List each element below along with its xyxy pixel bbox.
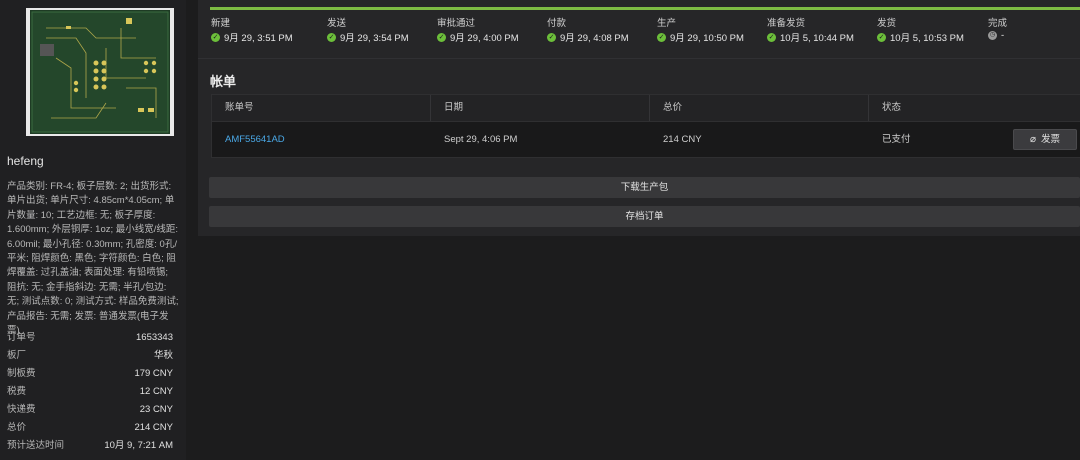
product-spec-text: 产品类别: FR-4; 板子层数: 2; 出货形式: 单片出货; 单片尺寸: 4… xyxy=(7,181,179,337)
order-sidebar: hefeng 产品类别: FR-4; 板子层数: 2; 出货形式: 单片出货; … xyxy=(0,0,186,460)
order-progress-bar xyxy=(210,7,1080,10)
step-title: 新建 xyxy=(211,18,231,29)
step-title: 审批通过 xyxy=(437,18,476,29)
column-header-bill-number: 账单号 xyxy=(212,95,431,121)
detail-label: 预计送达时间 xyxy=(7,440,65,451)
check-icon: ✓ xyxy=(547,32,556,42)
column-header-date: 日期 xyxy=(431,95,650,121)
step-time: 9月 29, 3:51 PM xyxy=(224,33,293,44)
invoice-button[interactable]: ⌀ 发票 xyxy=(1013,129,1077,150)
progress-step-production: 生产 ✓ 9月 29, 10:50 PM xyxy=(657,15,744,44)
invoice-button-label: 发票 xyxy=(1041,134,1061,145)
check-icon: ✓ xyxy=(211,32,220,42)
step-time: 9月 29, 4:08 PM xyxy=(560,33,629,44)
step-time: 10月 5, 10:53 PM xyxy=(890,33,964,44)
step-title: 付款 xyxy=(547,18,567,29)
detail-value: 12 CNY xyxy=(139,386,173,397)
billing-table-header: 账单号 日期 总价 状态 xyxy=(212,95,1080,122)
progress-step-complete: 完成 ◷ - xyxy=(988,15,1007,41)
detail-label: 快递费 xyxy=(7,404,36,415)
progress-step-paid: 付款 ✓ 9月 29, 4:08 PM xyxy=(547,15,629,44)
step-title: 完成 xyxy=(988,18,1008,29)
username: hefeng xyxy=(7,154,44,168)
detail-value: 华秋 xyxy=(153,350,173,361)
detail-label: 税费 xyxy=(7,386,27,397)
detail-row-order-number: 订单号 1653343 xyxy=(7,329,173,347)
check-icon: ✓ xyxy=(327,32,336,42)
bill-number-link[interactable]: AMF55641AD xyxy=(212,122,431,157)
step-title: 生产 xyxy=(657,18,677,29)
download-production-package-button[interactable]: 下载生产包 xyxy=(209,177,1080,198)
section-divider xyxy=(198,58,1080,59)
progress-step-new: 新建 ✓ 9月 29, 3:51 PM xyxy=(211,15,293,44)
progress-step-approved: 审批通过 ✓ 9月 29, 4:00 PM xyxy=(437,15,519,44)
progress-step-shipped: 发货 ✓ 10月 5, 10:53 PM xyxy=(877,15,964,44)
step-time: - xyxy=(1001,30,1005,41)
detail-label: 板厂 xyxy=(7,350,27,361)
step-time: 9月 29, 3:54 PM xyxy=(340,33,409,44)
check-icon: ✓ xyxy=(437,32,446,42)
order-details: 订单号 1653343 板厂 华秋 制板费 179 CNY 税费 12 CNY … xyxy=(7,329,173,455)
detail-value: 10月 9, 7:21 AM xyxy=(104,440,173,451)
step-time: 9月 29, 4:00 PM xyxy=(450,33,519,44)
clock-icon: ◷ xyxy=(988,31,997,40)
detail-row-total: 总价 214 CNY xyxy=(7,419,173,437)
detail-row-eta: 预计送达时间 10月 9, 7:21 AM xyxy=(7,437,173,455)
detail-value: 214 CNY xyxy=(134,422,173,433)
bill-total: 214 CNY xyxy=(663,134,702,145)
detail-label: 总价 xyxy=(7,422,27,433)
check-icon: ✓ xyxy=(657,32,666,42)
step-title: 准备发货 xyxy=(767,18,806,29)
column-header-status: 状态 xyxy=(882,102,902,113)
detail-row-board-fee: 制板费 179 CNY xyxy=(7,365,173,383)
column-header-total: 总价 xyxy=(650,95,869,121)
pcb-preview-image[interactable] xyxy=(26,8,174,136)
table-row: AMF55641AD Sept 29, 4:06 PM 214 CNY 已支付 … xyxy=(212,122,1080,157)
step-time: 9月 29, 10:50 PM xyxy=(670,33,744,44)
step-title: 发货 xyxy=(877,18,897,29)
progress-step-sent: 发送 ✓ 9月 29, 3:54 PM xyxy=(327,15,409,44)
check-icon: ✓ xyxy=(877,32,886,42)
detail-row-factory: 板厂 华秋 xyxy=(7,347,173,365)
detail-row-tax: 税费 12 CNY xyxy=(7,383,173,401)
archive-order-button[interactable]: 存档订单 xyxy=(209,206,1080,227)
paperclip-icon: ⌀ xyxy=(1029,134,1036,145)
billing-section-title: 帐单 xyxy=(210,74,237,89)
step-time: 10月 5, 10:44 PM xyxy=(780,33,854,44)
detail-label: 订单号 xyxy=(7,332,36,343)
detail-value: 1653343 xyxy=(136,332,173,343)
check-icon: ✓ xyxy=(767,32,776,42)
bill-date: Sept 29, 4:06 PM xyxy=(444,134,518,145)
detail-value: 23 CNY xyxy=(139,404,173,415)
progress-step-ready-to-ship: 准备发货 ✓ 10月 5, 10:44 PM xyxy=(767,15,854,44)
detail-value: 179 CNY xyxy=(134,368,173,379)
billing-table: 账单号 日期 总价 状态 AMF55641AD Sept 29, 4:06 PM… xyxy=(211,94,1080,158)
detail-row-shipping: 快递费 23 CNY xyxy=(7,401,173,419)
detail-label: 制板费 xyxy=(7,368,36,379)
step-title: 发送 xyxy=(327,18,347,29)
order-main-panel: 新建 ✓ 9月 29, 3:51 PM 发送 ✓ 9月 29, 3:54 PM 审批… xyxy=(198,0,1080,236)
